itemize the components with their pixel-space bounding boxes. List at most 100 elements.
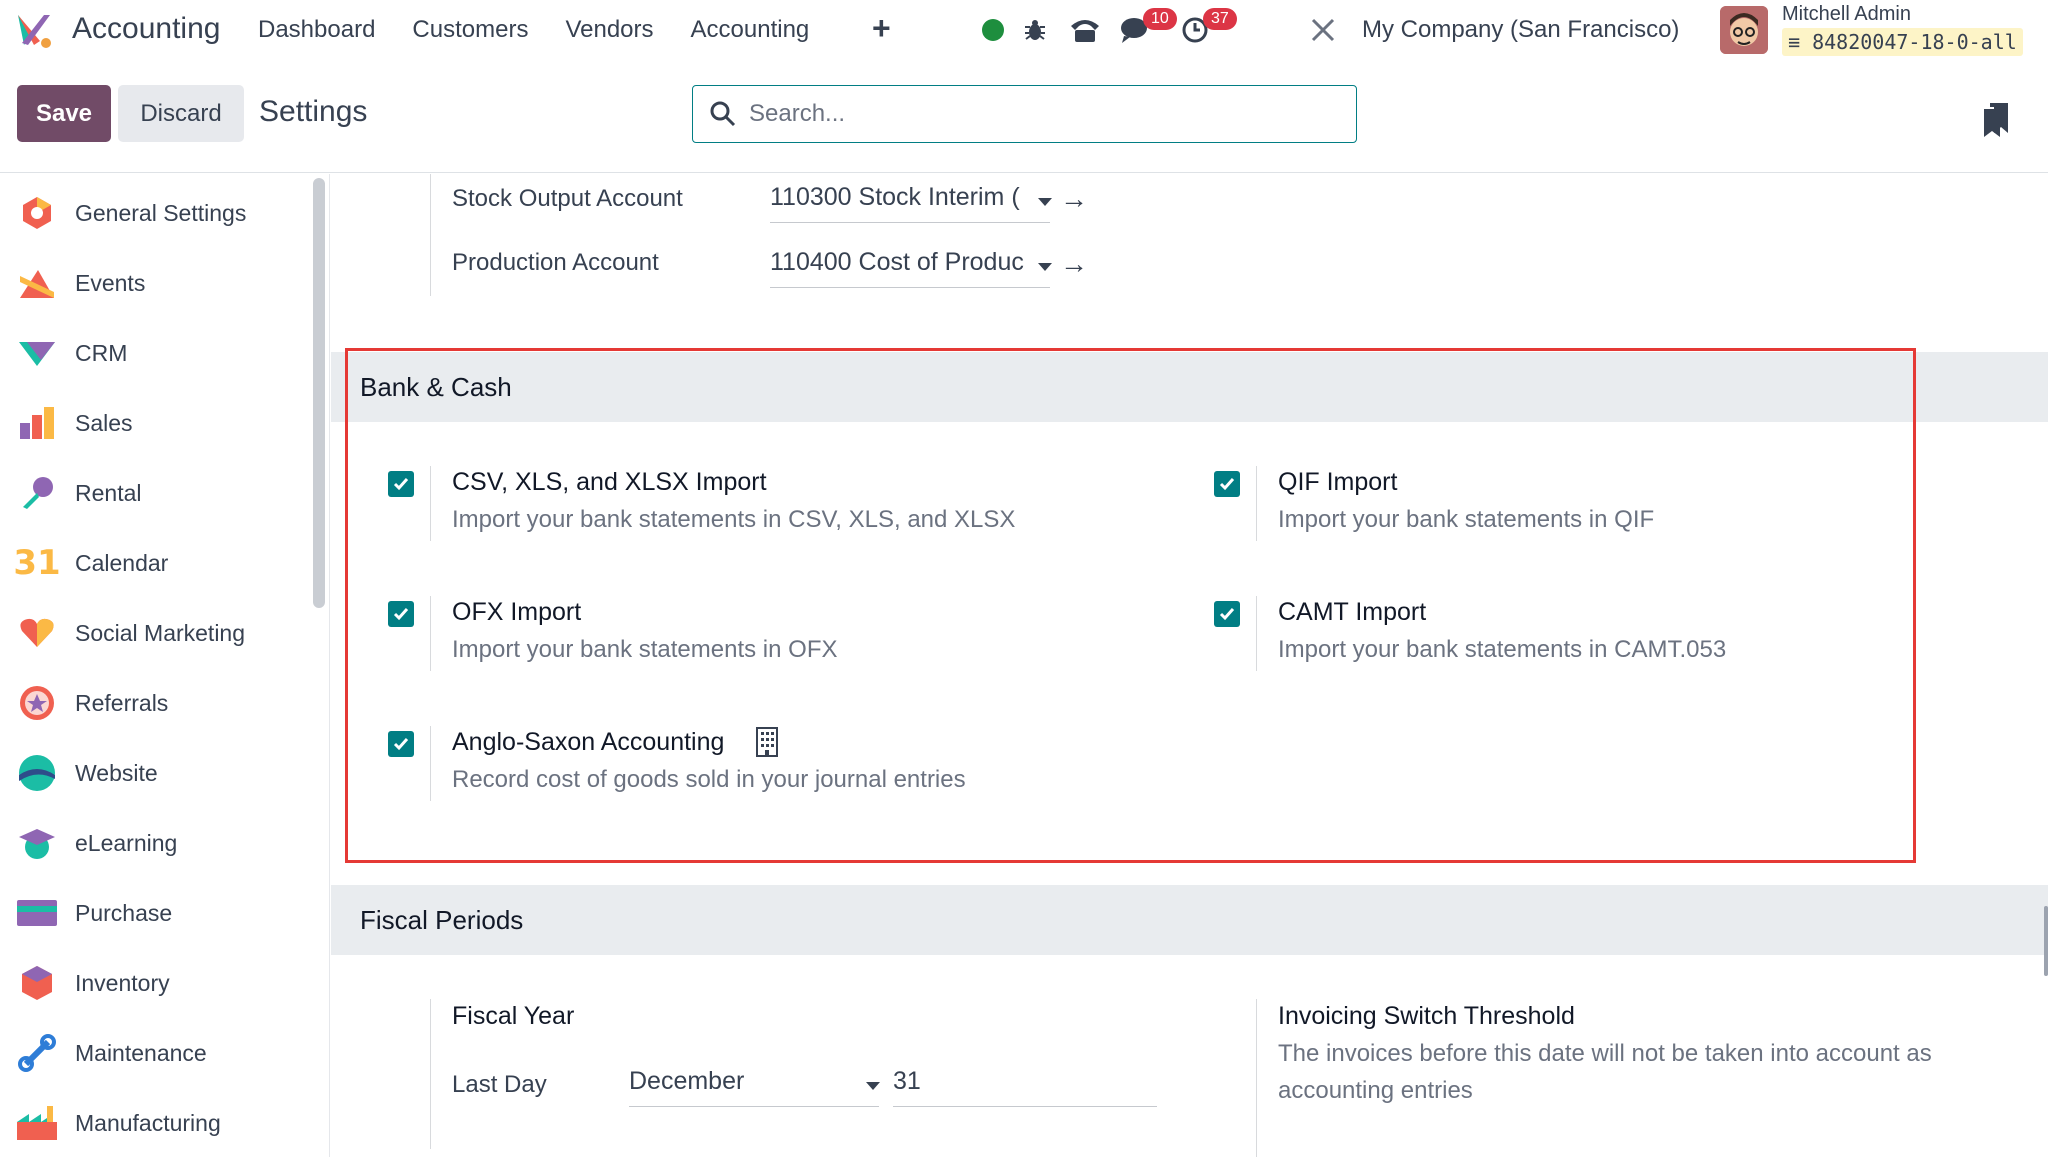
stock-output-account-select[interactable]: 110300 Stock Interim ( <box>770 183 1050 223</box>
divider <box>1256 999 1257 1157</box>
bookmark-icon[interactable] <box>1984 103 2008 137</box>
database-icon: ≡ <box>1788 30 1801 54</box>
qif-import-desc: Import your bank statements in QIF <box>1278 506 1655 533</box>
chevron-down-icon[interactable] <box>1038 198 1052 206</box>
production-account-select[interactable]: 110400 Cost of Produc <box>770 248 1050 288</box>
menu-accounting[interactable]: Accounting <box>691 16 810 44</box>
phone-icon[interactable] <box>1067 12 1103 48</box>
sidebar-item-label: Calendar <box>75 549 169 576</box>
social-marketing-icon <box>16 612 58 654</box>
divider <box>430 726 431 801</box>
anglo-saxon-title[interactable]: Anglo-Saxon Accounting <box>452 728 724 757</box>
sidebar-item-general-settings[interactable]: General Settings <box>0 178 310 248</box>
app-name[interactable]: Accounting <box>72 12 220 46</box>
sidebar-item-referrals[interactable]: Referrals <box>0 668 310 738</box>
maintenance-icon <box>16 1032 58 1074</box>
calendar-icon: 31 <box>13 543 61 583</box>
sidebar-scrollbar[interactable] <box>313 178 325 608</box>
referrals-icon <box>16 682 58 724</box>
anglo-saxon-checkbox[interactable] <box>388 731 414 757</box>
user-avatar[interactable] <box>1720 6 1768 54</box>
sidebar-item-manufacturing[interactable]: Manufacturing <box>0 1088 310 1158</box>
ofx-import-checkbox[interactable] <box>388 601 414 627</box>
arrow-right-icon[interactable]: → <box>1060 183 1088 215</box>
anglo-saxon-desc: Record cost of goods sold in your journa… <box>452 766 966 793</box>
section-title: Fiscal Periods <box>360 905 524 935</box>
stock-output-account-label: Stock Output Account <box>452 185 683 212</box>
checkmark-icon <box>393 738 409 751</box>
csv-import-title[interactable]: CSV, XLS, and XLSX Import <box>452 468 767 497</box>
qif-import-checkbox[interactable] <box>1214 471 1240 497</box>
content-scrollbar[interactable] <box>2044 906 2048 976</box>
status-dot-icon[interactable] <box>975 12 1011 48</box>
purchase-icon <box>16 892 58 934</box>
tools-icon[interactable] <box>1305 12 1341 48</box>
plus-icon[interactable]: + <box>872 10 891 47</box>
sidebar-item-maintenance[interactable]: Maintenance <box>0 1018 310 1088</box>
messages-badge: 10 <box>1143 8 1177 30</box>
sidebar-item-sales[interactable]: Sales <box>0 388 310 458</box>
user-name[interactable]: Mitchell Admin <box>1782 3 1911 26</box>
menu-customers[interactable]: Customers <box>412 16 528 44</box>
production-account-value: 110400 Cost of Produc <box>770 248 1024 276</box>
chevron-down-icon[interactable] <box>866 1082 880 1090</box>
sidebar-item-website[interactable]: Website <box>0 738 310 808</box>
sidebar-item-label: Purchase <box>75 899 173 926</box>
csv-import-checkbox[interactable] <box>388 471 414 497</box>
top-navbar: Accounting Dashboard Customers Vendors A… <box>0 0 2048 63</box>
search-input[interactable] <box>749 86 1329 142</box>
camt-import-checkbox[interactable] <box>1214 601 1240 627</box>
last-day-label: Last Day <box>452 1071 547 1098</box>
arrow-right-icon[interactable]: → <box>1060 248 1088 280</box>
discard-button[interactable]: Discard <box>118 85 244 142</box>
manufacturing-icon <box>16 1102 58 1144</box>
divider <box>430 999 431 1149</box>
fiscal-year-title: Fiscal Year <box>452 1002 575 1030</box>
save-button[interactable]: Save <box>17 85 111 142</box>
sidebar-item-purchase[interactable]: Purchase <box>0 878 310 948</box>
company-building-icon <box>756 727 778 757</box>
sidebar-item-inventory[interactable]: Inventory <box>0 948 310 1018</box>
crm-icon <box>16 332 58 374</box>
sidebar-item-calendar[interactable]: 31 Calendar <box>0 528 310 598</box>
section-title: Bank & Cash <box>360 372 512 402</box>
last-day-day-input[interactable]: 31 <box>893 1067 1157 1107</box>
database-label: 84820047-18-0-all <box>1812 30 2017 54</box>
sidebar-item-label: General Settings <box>75 199 247 226</box>
sidebar-item-label: Manufacturing <box>75 1109 221 1136</box>
menu-vendors[interactable]: Vendors <box>565 16 653 44</box>
search-icon <box>710 101 736 127</box>
activities-badge: 37 <box>1203 8 1237 30</box>
bank-cash-section-header: Bank & Cash <box>331 352 2048 422</box>
settings-sidebar: General Settings Events CRM Sales Rental… <box>0 174 330 1157</box>
sidebar-item-rental[interactable]: Rental <box>0 458 310 528</box>
accounting-app-icon[interactable] <box>14 11 54 51</box>
sidebar-item-events[interactable]: Events <box>0 248 310 318</box>
divider <box>1256 466 1257 541</box>
last-day-month-select[interactable]: December <box>629 1067 879 1107</box>
qif-import-title[interactable]: QIF Import <box>1278 468 1397 497</box>
search-box[interactable] <box>692 85 1357 143</box>
last-day-month-value: December <box>629 1067 745 1095</box>
main-menu: Dashboard Customers Vendors Accounting <box>258 16 809 44</box>
inventory-icon <box>16 962 58 1004</box>
chevron-down-icon[interactable] <box>1038 263 1052 271</box>
sidebar-item-elearning[interactable]: eLearning <box>0 808 310 878</box>
rental-icon <box>16 472 58 514</box>
company-switcher[interactable]: My Company (San Francisco) <box>1362 16 1679 44</box>
invoicing-switch-threshold-desc-line2: accounting entries <box>1278 1077 1473 1104</box>
bug-icon[interactable] <box>1017 12 1053 48</box>
elearning-icon <box>16 822 58 864</box>
divider <box>430 596 431 671</box>
events-icon <box>16 262 58 304</box>
fiscal-periods-section-header: Fiscal Periods <box>331 885 2048 955</box>
sidebar-item-crm[interactable]: CRM <box>0 318 310 388</box>
ofx-import-title[interactable]: OFX Import <box>452 598 581 627</box>
sidebar-item-label: Referrals <box>75 689 169 716</box>
sidebar-item-label: Rental <box>75 479 142 506</box>
camt-import-title[interactable]: CAMT Import <box>1278 598 1426 627</box>
sidebar-item-label: Sales <box>75 409 133 436</box>
menu-dashboard[interactable]: Dashboard <box>258 16 375 44</box>
sidebar-item-social-marketing[interactable]: Social Marketing <box>0 598 310 668</box>
checkmark-icon <box>1219 608 1235 621</box>
